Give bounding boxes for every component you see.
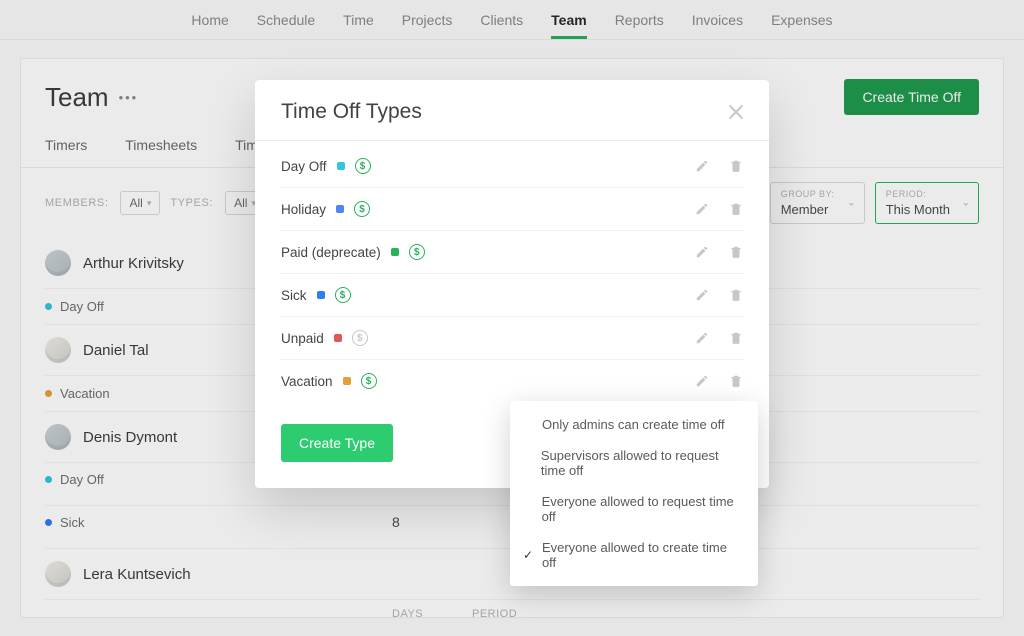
edit-icon[interactable] [695,159,709,173]
delete-icon[interactable] [729,245,743,259]
time-off-type-row: Vacation $ [281,360,743,402]
edit-icon[interactable] [695,202,709,216]
time-off-type-row: Sick $ [281,274,743,317]
type-name: Vacation [281,374,333,389]
permission-option-text: Everyone allowed to request time off [542,494,744,524]
type-color-swatch [343,377,351,385]
permission-dropdown: Only admins can create time off Superviso… [510,401,758,586]
edit-icon[interactable] [695,288,709,302]
permission-option[interactable]: Only admins can create time off [510,409,758,440]
permission-option[interactable]: ✓ Everyone allowed to create time off [510,532,758,578]
create-type-button[interactable]: Create Type [281,424,393,462]
permission-option-text: Only admins can create time off [542,417,725,432]
delete-icon[interactable] [729,288,743,302]
edit-icon[interactable] [695,245,709,259]
type-color-swatch [391,248,399,256]
paid-badge-icon: $ [335,287,351,303]
close-icon[interactable] [729,105,743,119]
delete-icon[interactable] [729,374,743,388]
modal-types-list: Day Off$Holiday$Paid (deprecate)$Sick$Un… [255,141,769,402]
edit-icon[interactable] [695,374,709,388]
type-name: Day Off [281,159,327,174]
type-color-swatch [334,334,342,342]
time-off-type-row: Day Off $ [281,145,743,188]
permission-option[interactable]: Supervisors allowed to request time off [510,440,758,486]
check-icon: ✓ [522,548,534,562]
edit-icon[interactable] [695,331,709,345]
delete-icon[interactable] [729,331,743,345]
time-off-type-row: Unpaid $ [281,317,743,360]
paid-badge-icon: $ [355,158,371,174]
permission-option-text: Supervisors allowed to request time off [541,448,744,478]
time-off-type-row: Paid (deprecate) $ [281,231,743,274]
type-color-swatch [336,205,344,213]
paid-badge-icon: $ [354,201,370,217]
type-name: Holiday [281,202,326,217]
paid-badge-icon: $ [352,330,368,346]
type-name: Sick [281,288,307,303]
type-color-swatch [337,162,345,170]
paid-badge-icon: $ [361,373,377,389]
permission-option[interactable]: Everyone allowed to request time off [510,486,758,532]
type-color-swatch [317,291,325,299]
permission-option-text: Everyone allowed to create time off [542,540,744,570]
paid-badge-icon: $ [409,244,425,260]
delete-icon[interactable] [729,159,743,173]
delete-icon[interactable] [729,202,743,216]
type-name: Paid (deprecate) [281,245,381,260]
type-name: Unpaid [281,331,324,346]
time-off-type-row: Holiday $ [281,188,743,231]
modal-title: Time Off Types [281,100,422,124]
